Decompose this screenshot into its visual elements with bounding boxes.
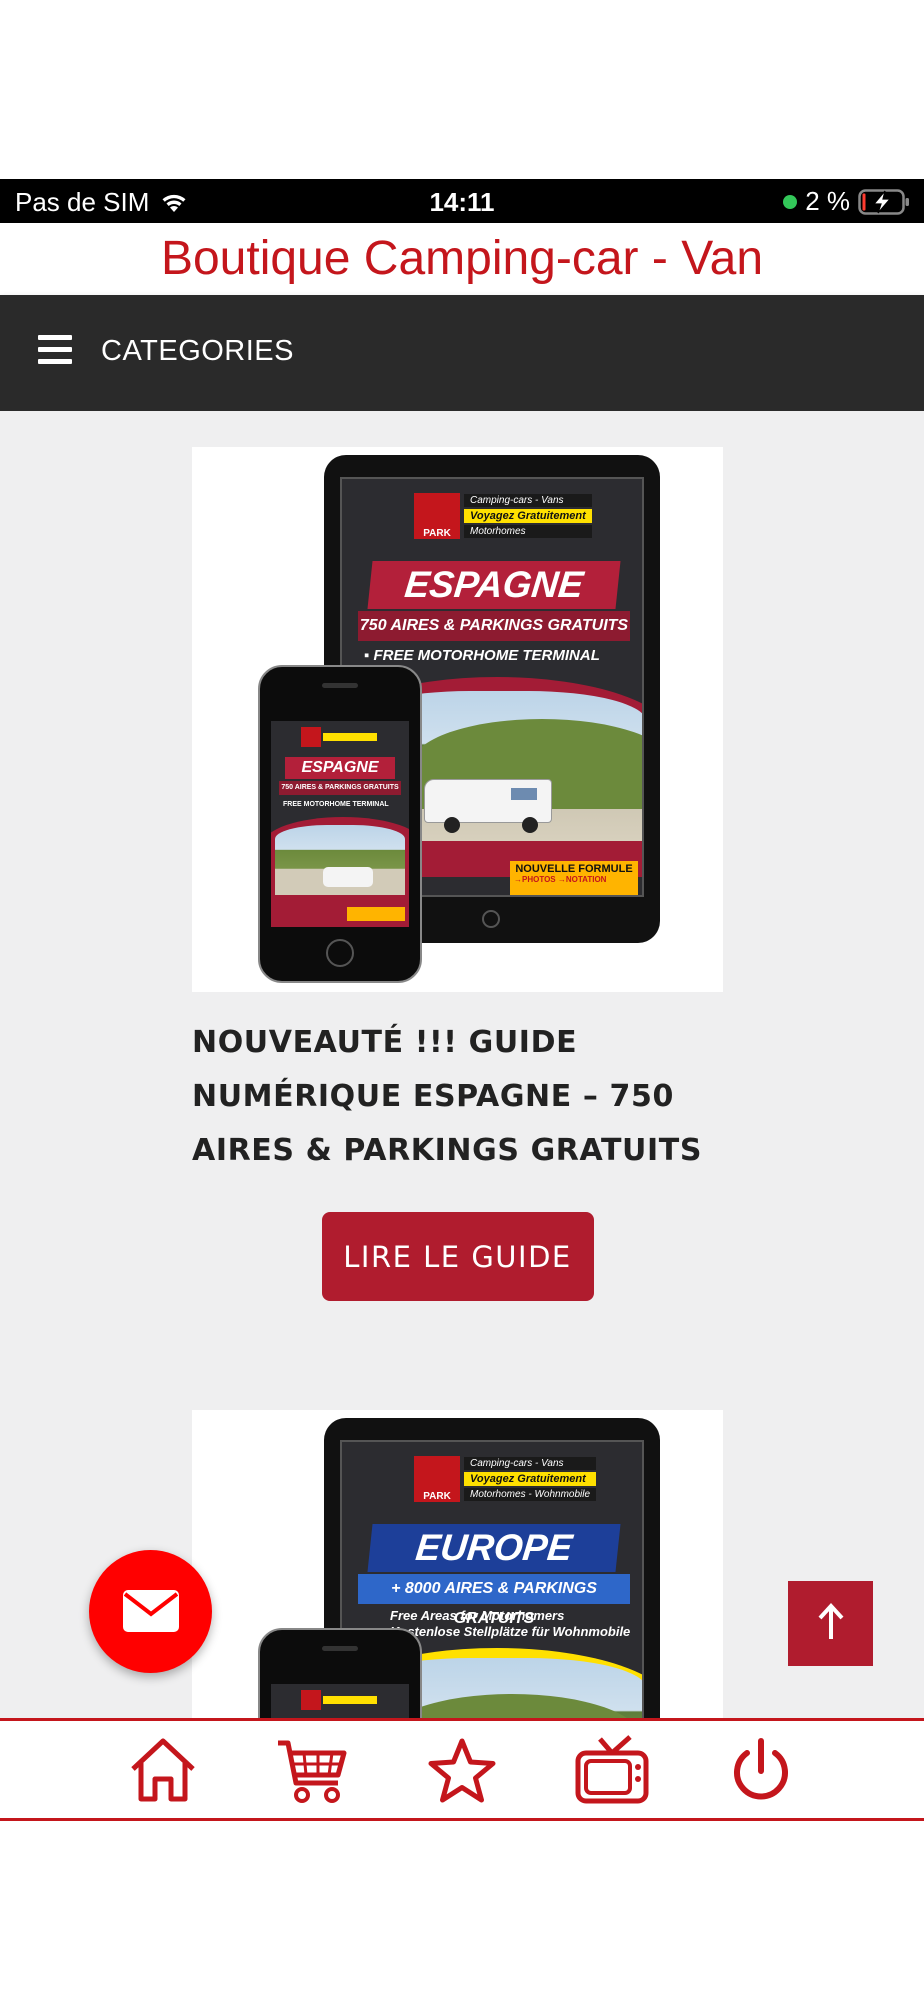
cover-aires: 750 AIRES & PARKINGS GRATUITS — [358, 611, 630, 641]
park-logo-icon: PARK — [414, 1456, 460, 1502]
contact-mail-button[interactable] — [89, 1550, 212, 1673]
tablet-home-button-icon — [482, 910, 500, 928]
bottom-tab-bar — [0, 1718, 924, 1821]
cover-aires: + 8000 AIRES & PARKINGS GRATUITS — [358, 1574, 630, 1627]
uk-flag-icon: ▪ — [364, 647, 374, 664]
phone-guide-cover — [271, 1684, 409, 1718]
cart-icon[interactable] — [274, 1735, 350, 1807]
categories-label[interactable]: CATEGORIES — [101, 335, 294, 368]
cover-tag-mid: Voyagez Gratuitement — [464, 509, 592, 523]
bottom-blank-area — [0, 1821, 924, 2000]
phone-cover-country: ESPAGNE — [285, 757, 395, 779]
store-title-link[interactable]: Boutique Camping-car - Van — [0, 223, 924, 286]
mic-indicator-icon — [783, 194, 798, 209]
top-blank-area — [0, 0, 924, 179]
phone-home-button-icon — [326, 939, 354, 967]
phone-mockup — [258, 1628, 422, 1718]
scroll-to-top-button[interactable] — [788, 1581, 873, 1666]
cover-tag-top: Camping-cars - Vans — [464, 494, 592, 507]
envelope-icon — [123, 1590, 179, 1632]
phone-cover-aires: 750 AIRES & PARKINGS GRATUITS — [279, 781, 401, 795]
phone-mockup: ESPAGNE 750 AIRES & PARKINGS GRATUITS FR… — [258, 665, 422, 983]
product-title[interactable]: NOUVEAUTÉ !!! GUIDE NUMÉRIQUE ESPAGNE – … — [192, 1016, 723, 1178]
cover-country: ESPAGNE — [367, 561, 621, 609]
product-list: PARK Camping-cars - Vans Voyagez Gratuit… — [0, 411, 924, 1718]
phone-guide-cover: ESPAGNE 750 AIRES & PARKINGS GRATUITS FR… — [271, 721, 409, 927]
cover-tag-bot: Motorhomes - Wohnmobile — [464, 1488, 597, 1501]
read-guide-button[interactable]: LIRE LE GUIDE — [321, 1212, 594, 1301]
cover-subtitle: ▪ FREE MOTORHOME TERMINAL — [364, 647, 600, 664]
product-card: PARK Camping-cars - Vans Voyagez Gratuit… — [192, 447, 723, 1301]
product-image[interactable]: PARK Camping-cars - Vans Voyagez Gratuit… — [192, 447, 723, 992]
status-bar: Pas de SIM 14:11 2 % — [0, 179, 924, 223]
product-image[interactable]: PARK Camping-cars - Vans Voyagez Gratuit… — [192, 1410, 723, 1718]
star-icon[interactable] — [424, 1735, 500, 1807]
home-icon[interactable] — [125, 1735, 201, 1807]
store-header: Boutique Camping-car - Van — [0, 223, 924, 295]
cover-country: EUROPE — [367, 1524, 621, 1572]
guide-logo: PARK Camping-cars - Vans Voyagez Gratuit… — [414, 1456, 597, 1502]
tv-icon[interactable] — [574, 1735, 650, 1807]
guide-logo: PARK Camping-cars - Vans Voyagez Gratuit… — [414, 493, 592, 539]
cover-tag-mid: Voyagez Gratuitement — [464, 1472, 597, 1486]
cover-tag-bot: Motorhomes — [464, 525, 592, 538]
cover-subtitle: Free Areas for Motorhomers — [390, 1608, 565, 1623]
park-logo-icon: PARK — [414, 493, 460, 539]
product-card: PARK Camping-cars - Vans Voyagez Gratuit… — [192, 1410, 723, 1718]
battery-charging-icon — [858, 188, 909, 215]
power-icon[interactable] — [723, 1735, 799, 1807]
motorhome-icon — [424, 779, 552, 823]
cover-tag-top: Camping-cars - Vans — [464, 1457, 597, 1470]
hamburger-menu-icon[interactable] — [38, 335, 72, 365]
phone-cover-subtitle: FREE MOTORHOME TERMINAL — [283, 801, 389, 808]
status-right: 2 % — [783, 186, 910, 217]
cover-subtitle-2: Kostenlose Stellplätze für Wohnmobile — [390, 1624, 631, 1639]
categories-nav-bar: CATEGORIES — [0, 295, 924, 411]
cover-formule: NOUVELLE FORMULE →PHOTOS →NOTATION — [510, 861, 638, 895]
arrow-up-icon — [818, 1603, 844, 1639]
battery-percent: 2 % — [805, 186, 850, 216]
